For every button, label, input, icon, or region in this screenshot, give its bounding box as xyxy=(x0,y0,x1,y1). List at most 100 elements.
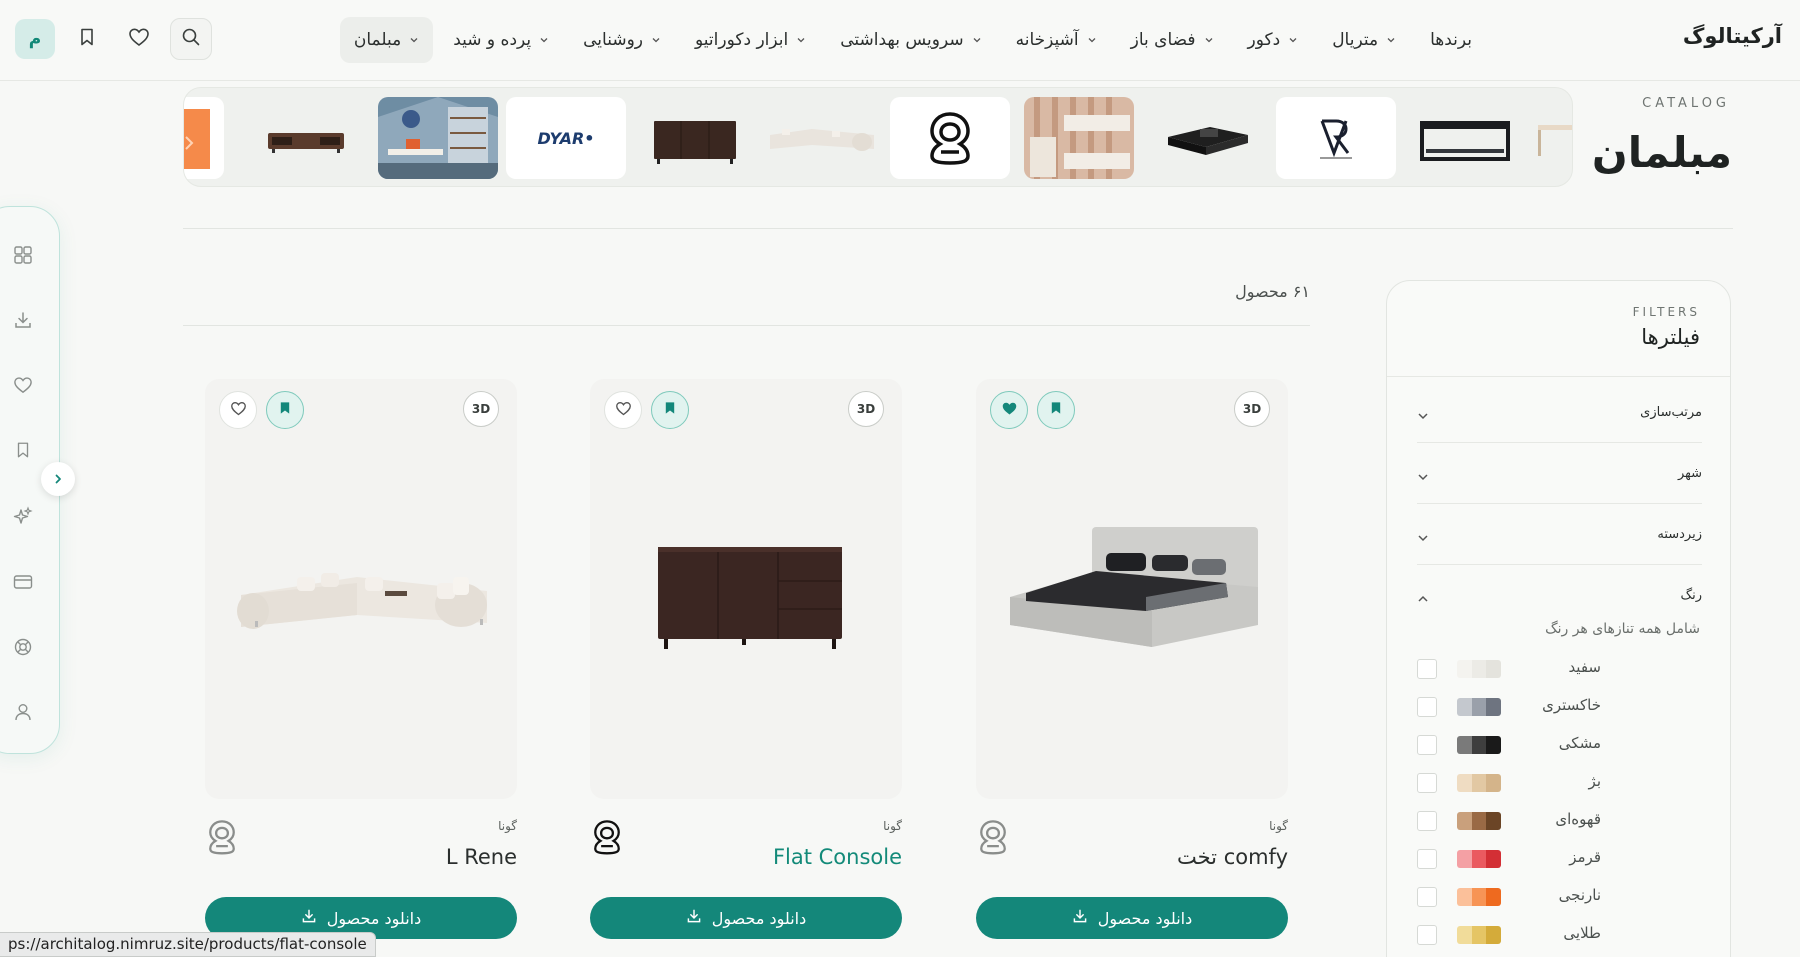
color-checkbox[interactable] xyxy=(1417,849,1437,869)
product-name[interactable]: L Rene xyxy=(446,845,517,869)
download-icon xyxy=(301,908,317,928)
color-checkbox[interactable] xyxy=(1417,925,1437,945)
color-option-black[interactable]: مشکی xyxy=(1417,729,1702,759)
menu-item-sanitary[interactable]: سرویس بهداشتی xyxy=(826,17,995,63)
carousel-item-tv-unit[interactable] xyxy=(246,97,366,179)
carousel-item-coffee-table[interactable] xyxy=(1148,97,1268,179)
like-button[interactable] xyxy=(604,391,642,429)
expand-sidebar-button[interactable] xyxy=(41,462,75,496)
menu-item-lighting[interactable]: روشنایی xyxy=(569,17,675,63)
download-product-button[interactable]: دانلود محصول xyxy=(590,897,902,939)
brand-product-carousel[interactable]: DYAR• xyxy=(183,87,1573,187)
color-option-white[interactable]: سفید xyxy=(1417,653,1702,683)
color-checkbox[interactable] xyxy=(1417,659,1437,679)
carousel-item-sectional-sofa[interactable] xyxy=(762,97,882,179)
chevron-right-icon xyxy=(52,470,64,489)
product-image-area[interactable]: 3D xyxy=(205,379,517,799)
gona-brand-logo-icon[interactable] xyxy=(590,816,624,858)
color-checkbox[interactable] xyxy=(1417,811,1437,831)
divider xyxy=(183,228,1733,229)
carousel-item-orange[interactable] xyxy=(184,97,224,179)
carousel-brand-rv[interactable] xyxy=(1276,97,1396,179)
bookmark-button[interactable] xyxy=(1037,391,1075,429)
menu-item-materials[interactable]: متریال xyxy=(1318,17,1410,63)
color-option-red[interactable]: قرمز xyxy=(1417,843,1702,873)
like-button[interactable] xyxy=(990,391,1028,429)
user-icon[interactable] xyxy=(11,700,35,724)
gona-brand-logo-icon[interactable] xyxy=(976,816,1010,858)
grid-icon[interactable] xyxy=(11,243,35,267)
color-checkbox[interactable] xyxy=(1417,735,1437,755)
product-brand: گونا xyxy=(883,819,902,833)
search-button[interactable] xyxy=(170,18,212,60)
chevron-up-icon xyxy=(1417,590,1429,609)
color-option-orange[interactable]: نارنجی xyxy=(1417,881,1702,911)
carousel-item-room[interactable] xyxy=(378,97,498,179)
download-product-button[interactable]: دانلود محصول xyxy=(976,897,1288,939)
color-option-brown[interactable]: قهوه‌ای xyxy=(1417,805,1702,835)
carousel-brand-dyar[interactable]: DYAR• xyxy=(506,97,626,179)
heart-filled-icon xyxy=(1001,401,1018,420)
heart-icon[interactable] xyxy=(11,373,35,397)
carousel-item-bunkbed[interactable] xyxy=(1024,97,1134,179)
color-swatch xyxy=(1457,926,1501,944)
product-image-area[interactable]: 3D xyxy=(590,379,902,799)
filter-sort[interactable]: مرتب‌سازی xyxy=(1417,383,1702,443)
menu-item-label: پرده و شید xyxy=(453,30,532,50)
product-card[interactable]: 3D گونا Flat Console دانلود محصول xyxy=(590,379,902,939)
card-icon[interactable] xyxy=(11,570,35,594)
menu-item-decor[interactable]: دکور xyxy=(1234,17,1313,63)
color-checkbox[interactable] xyxy=(1417,697,1437,717)
menu-item-label: آشپزخانه xyxy=(1015,30,1079,50)
carousel-brand-gona[interactable] xyxy=(890,97,1010,179)
carousel-item-partial[interactable] xyxy=(1534,97,1572,179)
bookmark-icon[interactable] xyxy=(11,438,35,462)
bookmark-button[interactable] xyxy=(266,391,304,429)
color-option-gold[interactable]: طلایی xyxy=(1417,919,1702,949)
sparkle-icon[interactable] xyxy=(11,505,35,529)
product-image-area[interactable]: 3D xyxy=(976,379,1288,799)
product-brand: گونا xyxy=(498,819,517,833)
divider xyxy=(183,325,1310,326)
color-option-gray[interactable]: خاکستری xyxy=(1417,691,1702,721)
dyar-logo: DYAR• xyxy=(537,128,595,148)
color-swatch xyxy=(1457,812,1501,830)
bookmark-icon xyxy=(663,400,677,420)
color-option-beige[interactable]: بژ xyxy=(1417,767,1702,797)
filter-label: مرتب‌سازی xyxy=(1640,405,1702,420)
bunkbed-room-image xyxy=(1024,97,1134,179)
filter-subcategory[interactable]: زیردسته xyxy=(1417,505,1702,565)
like-button[interactable] xyxy=(219,391,257,429)
profile-button[interactable]: م xyxy=(14,18,56,60)
carousel-item-bench[interactable] xyxy=(1404,97,1524,179)
carousel-item-sideboard[interactable] xyxy=(634,97,754,179)
menu-item-label: برندها xyxy=(1430,30,1472,50)
menu-item-kitchen[interactable]: آشپزخانه xyxy=(1002,17,1111,63)
product-card[interactable]: 3D گونا L Rene دانلود محصول xyxy=(205,379,517,939)
nav-actions: م xyxy=(14,18,212,60)
filter-color[interactable]: رنگ xyxy=(1417,566,1702,626)
bookmarks-button[interactable] xyxy=(66,18,108,60)
color-name: مشکی xyxy=(1558,734,1601,752)
color-hint: شامل همه تنازهای هر رنگ xyxy=(1545,621,1700,637)
support-icon[interactable] xyxy=(11,635,35,659)
bookmark-button[interactable] xyxy=(651,391,689,429)
site-logo[interactable]: آرکیتالوگ xyxy=(1683,24,1782,48)
download-icon[interactable] xyxy=(11,308,35,332)
menu-item-outdoor[interactable]: فضای باز xyxy=(1117,17,1228,63)
color-name: قهوه‌ای xyxy=(1555,810,1601,828)
color-checkbox[interactable] xyxy=(1417,773,1437,793)
menu-item-label: روشنایی xyxy=(583,30,644,50)
gona-brand-logo-icon[interactable] xyxy=(205,816,239,858)
product-photo xyxy=(610,499,882,679)
menu-item-curtains[interactable]: پرده و شید xyxy=(439,17,563,63)
favorites-button[interactable] xyxy=(118,18,160,60)
menu-item-brands[interactable]: برندها xyxy=(1416,17,1486,63)
menu-item-decorative-tools[interactable]: ابزار دکوراتیو xyxy=(681,17,820,63)
product-name-link[interactable]: Flat Console xyxy=(773,845,902,869)
filter-city[interactable]: شهر xyxy=(1417,444,1702,504)
color-checkbox[interactable] xyxy=(1417,887,1437,907)
product-card[interactable]: 3D گونا تخت comfy دانلود محصول xyxy=(976,379,1288,939)
menu-item-furniture[interactable]: مبلمان xyxy=(339,17,434,63)
product-name[interactable]: تخت comfy xyxy=(1177,845,1288,869)
